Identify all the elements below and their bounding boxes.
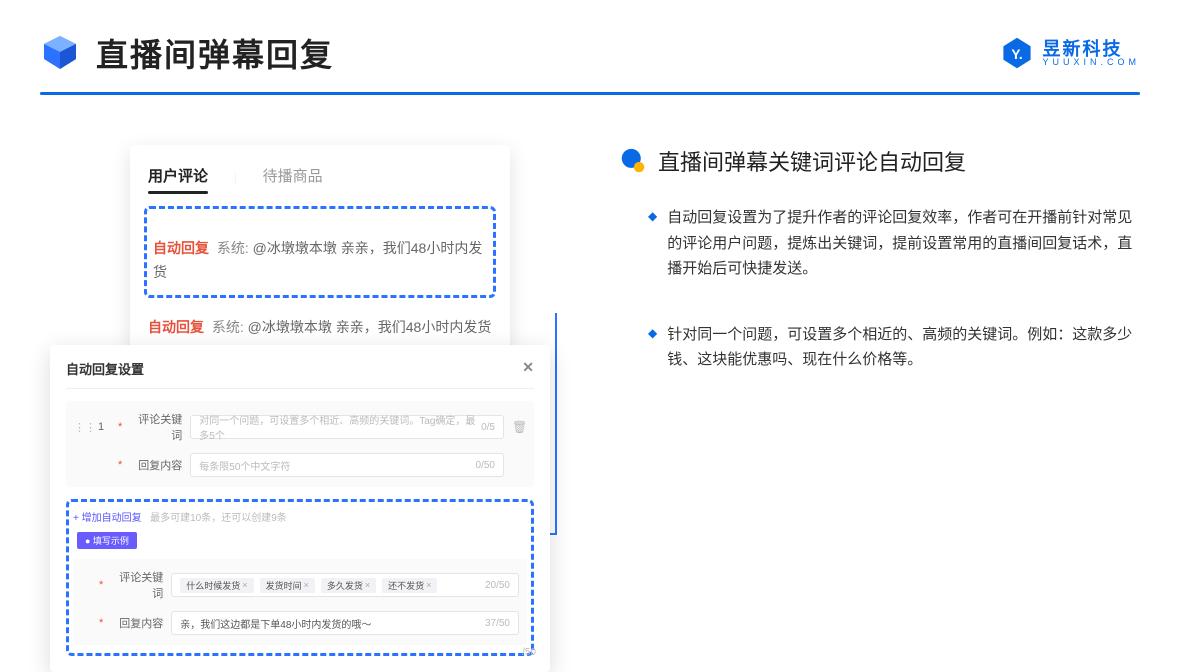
keyword-placeholder: 对同一个问题，可设置多个相近、高频的关键词。Tag确定，最多5个 — [199, 412, 481, 442]
ex-keyword-count: 20/50 — [485, 580, 510, 591]
rule-block: ⋮⋮ 1 * 评论关键词 对同一个问题，可设置多个相近、高频的关键词。Tag确定… — [66, 401, 534, 487]
bullet-text: 自动回复设置为了提升作者的评论回复效率，作者可在开播前针对常见的评论用户问题，提… — [667, 205, 1140, 282]
auto-reply-settings-card: 自动回复设置 ✕ ⋮⋮ 1 * 评论关键词 对同一个问题，可设置多个相近、高频的… — [50, 345, 550, 672]
page-title: 直播间弹幕回复 — [96, 30, 334, 76]
content-label: 回复内容 — [130, 457, 182, 473]
tag-remove-icon[interactable]: × — [304, 580, 309, 590]
content-input[interactable]: 每条限50个中文字符 0/50 — [190, 453, 504, 477]
brand-sub: YUUXIN.COM — [1042, 58, 1140, 67]
settings-title: 自动回复设置 — [66, 359, 144, 378]
brand-logo-icon: Y. — [1000, 36, 1034, 70]
auto-reply-badge: 自动回复 — [153, 240, 209, 256]
keyword-tag[interactable]: 发货时间× — [260, 578, 315, 593]
connector-line — [555, 313, 557, 533]
bullet-item: ◆ 自动回复设置为了提升作者的评论回复效率，作者可在开播前针对常见的评论用户问题… — [620, 205, 1140, 282]
required-marker: * — [118, 421, 122, 433]
ex-keyword-label: 评论关键词 — [111, 569, 163, 601]
section-heading: 直播间弹幕关键词评论自动回复 — [658, 145, 966, 177]
example-section: + 增加自动回复 最多可建10条，还可以创建9条 ● 填写示例 ⋮⋮ * 评论关… — [66, 499, 534, 656]
svg-text:Y.: Y. — [1012, 47, 1023, 62]
highlighted-comment: 自动回复 系统: @冰墩墩本墩 亲亲，我们48小时内发货 — [144, 206, 496, 298]
brand-block: Y. 昱新科技 YUUXIN.COM — [1000, 36, 1140, 70]
required-marker: * — [118, 459, 122, 471]
ex-content-input[interactable]: 亲，我们这边都是下单48小时内发货的哦～ 37/50 — [171, 611, 519, 635]
system-label: 系统: — [217, 240, 249, 256]
tag-remove-icon[interactable]: × — [365, 580, 370, 590]
bullet-text: 针对同一个问题，可设置多个相近的、高频的关键词。例如：这款多少钱、这块能优惠吗、… — [667, 322, 1140, 373]
ex-content-value: 亲，我们这边都是下单48小时内发货的哦～ — [180, 616, 371, 631]
comment-item: 自动回复 系统: @冰墩墩本墩 亲亲，我们48小时内发货 — [148, 316, 492, 340]
cube-logo-icon — [40, 33, 80, 73]
tab-products[interactable]: 待播商品 — [263, 165, 323, 192]
required-marker: * — [99, 579, 103, 591]
ex-content-label: 回复内容 — [111, 615, 163, 631]
trash-icon[interactable]: 🗑 — [512, 420, 526, 434]
chat-bubble-icon — [620, 148, 646, 174]
ex-keyword-input[interactable]: 什么时候发货× 发货时间× 多久发货× 还不发货× 20/50 — [171, 573, 519, 597]
tab-user-comments[interactable]: 用户评论 — [148, 165, 208, 192]
keyword-tag[interactable]: 还不发货× — [382, 578, 437, 593]
tag-remove-icon[interactable]: × — [426, 580, 431, 590]
auto-reply-badge: 自动回复 — [148, 319, 204, 335]
required-marker: * — [99, 617, 103, 629]
system-label: 系统: — [212, 319, 244, 335]
tag-remove-icon[interactable]: × — [242, 580, 247, 590]
brand-name: 昱新科技 — [1042, 40, 1140, 58]
diamond-bullet-icon: ◆ — [648, 209, 657, 282]
keyword-count: 0/5 — [481, 422, 495, 433]
keyword-tag[interactable]: 多久发货× — [321, 578, 376, 593]
ex-tags-container: 什么时候发货× 发货时间× 多久发货× 还不发货× — [180, 578, 441, 593]
content-count: 0/50 — [476, 460, 495, 471]
diamond-bullet-icon: ◆ — [648, 326, 657, 373]
keyword-tag[interactable]: 什么时候发货× — [180, 578, 253, 593]
content-placeholder: 每条限50个中文字符 — [199, 458, 290, 473]
ex-content-count: 37/50 — [485, 618, 510, 629]
keyword-label: 评论关键词 — [130, 411, 182, 443]
comment-text: @冰墩墩本墩 亲亲，我们48小时内发货 — [248, 319, 492, 335]
footer-count: /50 — [522, 647, 536, 658]
bullet-item: ◆ 针对同一个问题，可设置多个相近的、高频的关键词。例如：这款多少钱、这块能优惠… — [620, 322, 1140, 373]
add-hint: 最多可建10条，还可以创建9条 — [150, 513, 287, 524]
keyword-input[interactable]: 对同一个问题，可设置多个相近、高频的关键词。Tag确定，最多5个 0/5 — [190, 415, 504, 439]
close-icon[interactable]: ✕ — [522, 359, 534, 378]
tab-divider: | — [234, 173, 237, 184]
comment-item: 自动回复 系统: @冰墩墩本墩 亲亲，我们48小时内发货 — [153, 237, 487, 285]
example-badge: ● 填写示例 — [77, 532, 137, 549]
rule-index: 1 — [92, 421, 110, 433]
add-auto-reply-link[interactable]: + 增加自动回复 — [73, 513, 142, 524]
drag-handle-icon[interactable]: ⋮⋮ — [74, 421, 84, 434]
